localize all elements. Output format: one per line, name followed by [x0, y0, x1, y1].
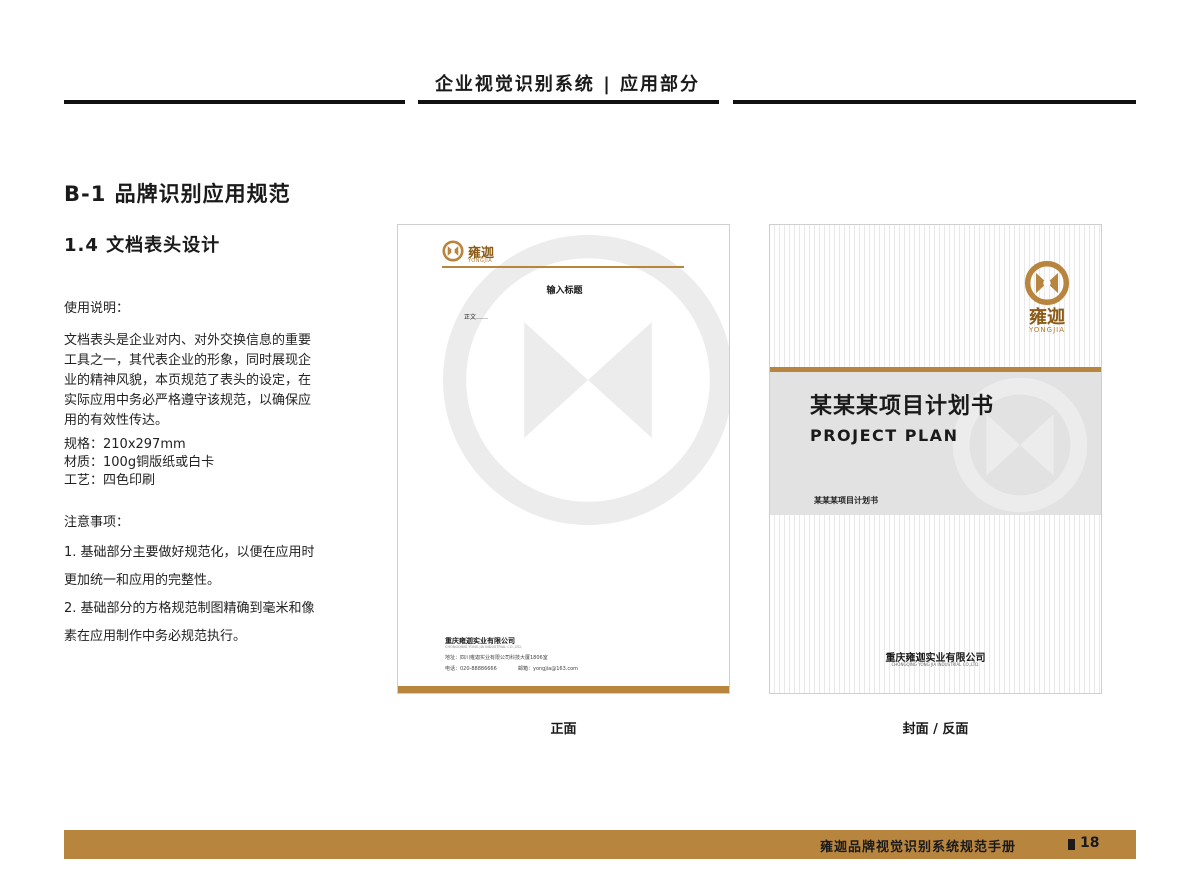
cover-subtitle: 某某某项目计划书 [814, 496, 878, 505]
header-title: 企业视觉识别系统 | 应用部分 [434, 74, 701, 95]
cover-caption: 封面 / 反面 [902, 722, 969, 737]
letterhead-bottom-bar [398, 686, 729, 693]
notes-line: 2. 基础部分的方格规范制图精确到毫米和像 [64, 601, 315, 616]
section-subtitle: 1.4 文档表头设计 [64, 235, 221, 256]
usage-paragraph-line: 工具之一，其代表企业的形象，同时展现企 [64, 353, 312, 368]
notes-line: 更加统一和应用的完整性。 [64, 573, 221, 588]
front-caption: 正面 [550, 722, 577, 737]
usage-heading: 使用说明： [64, 301, 130, 316]
page-marker-icon [1068, 839, 1075, 850]
usage-paragraph-line: 实际应用中务必严格遵守该规范，以确保应 [64, 393, 312, 408]
notes-heading: 注意事项： [64, 515, 130, 530]
cover-title-en: PROJECT PLAN [810, 426, 959, 445]
cover-logo-subtext: YONGJIA [1029, 326, 1065, 334]
letterhead-front-mockup: 雍迦 YONGJIA 输入标题 正文…… 重庆雍迦实业有限公司 CHONGQIN… [397, 224, 730, 694]
usage-paragraph-line: 业的精神风貌，本页规范了表头的设定，在 [64, 373, 312, 388]
brand-logo-subtext: YONGJIA [468, 258, 493, 264]
letterhead-email: 邮箱：yongjia@163.com [518, 666, 579, 672]
section-title: B-1 品牌识别应用规范 [64, 182, 291, 206]
brand-logo-icon [1024, 260, 1070, 306]
letterhead-address: 地址：四川雍迦实业有限公司科技大厦1806室 [445, 655, 548, 661]
cover-company-en: CHONGQING YONG JIA INDUSTRIAL CO.,LTD. [891, 662, 980, 667]
header-rule-right [733, 100, 1136, 104]
letterhead-company-en: CHONGQING YONG JIA INDUSTRIAL CO.,LTD. [445, 645, 522, 649]
notes-line: 1. 基础部分主要做好规范化，以便在应用时 [64, 545, 315, 560]
cover-mockup: 雍迦 YONGJIA 某某某项目计划书 PROJECT PLAN 某某某项目计划… [769, 224, 1102, 694]
header-rule-left [64, 100, 405, 104]
notes-line: 素在应用制作中务必规范执行。 [64, 629, 247, 644]
footer-title: 雍迦品牌视觉识别系统规范手册 [820, 840, 1017, 855]
spec-process: 工艺：四色印刷 [64, 473, 156, 488]
letterhead-heading: 输入标题 [546, 286, 583, 296]
page-number: 18 [1080, 835, 1100, 851]
usage-paragraph-line: 用的有效性传达。 [64, 413, 169, 428]
usage-paragraph-line: 文档表头是企业对内、对外交换信息的重要 [64, 333, 312, 348]
cover-band-rule [770, 367, 1101, 372]
letterhead-rule [442, 266, 684, 268]
watermark-logo-icon [443, 235, 729, 525]
cover-title: 某某某项目计划书 [810, 394, 995, 419]
header-rule-center [418, 100, 719, 104]
letterhead-tel: 电话：020-88886666 [445, 666, 497, 672]
brand-logo-icon [442, 240, 464, 262]
letterhead-body: 正文…… [464, 314, 489, 321]
